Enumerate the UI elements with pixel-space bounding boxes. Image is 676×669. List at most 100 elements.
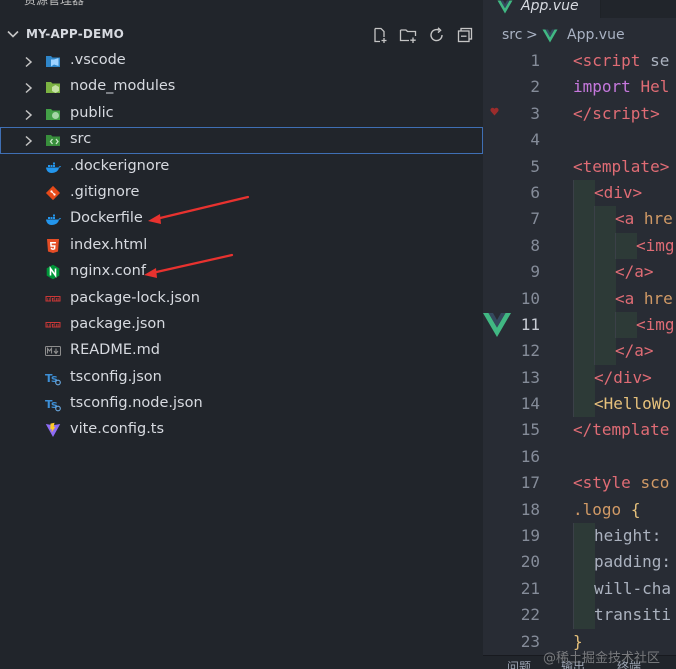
code-line[interactable]: 13 </div>	[483, 364, 676, 392]
code-text: <HelloWo	[594, 394, 671, 413]
code-line[interactable]: 2 import Hel	[483, 74, 676, 100]
code-text: <img	[636, 315, 675, 334]
tab-label: App.vue	[521, 0, 579, 14]
code-line[interactable]: 6 <div>	[483, 179, 676, 207]
line-number: 15	[520, 420, 540, 440]
code-line[interactable]: 10 <a hre	[483, 285, 676, 312]
line-number: 7	[530, 209, 540, 229]
code-line[interactable]: 5 <template>	[483, 154, 676, 180]
code-text: <script se	[573, 51, 669, 70]
code-text: <img	[636, 236, 675, 255]
line-number: 4	[530, 130, 540, 150]
line-number: 22	[520, 605, 540, 625]
watermark: @稀土掘金技术社区	[543, 651, 661, 666]
code-token: height:	[594, 526, 662, 546]
code-line[interactable]: 18 .logo {	[483, 497, 676, 523]
code-token: </	[573, 103, 593, 123]
indent-guide	[573, 391, 595, 418]
line-number: 13	[520, 367, 540, 387]
line-number: 10	[520, 288, 540, 308]
line-number: 19	[520, 526, 540, 546]
indent-guide	[573, 523, 595, 550]
line-number: 21	[520, 578, 540, 598]
code-line[interactable]: 12 </a>	[483, 338, 676, 365]
code-area[interactable]: 1 <script se 2 import Hel 3 </script> 4 5 <templ…	[483, 48, 676, 655]
code-text: transiti	[594, 605, 671, 624]
line-number: 17	[520, 473, 540, 493]
indent-guide	[594, 232, 616, 260]
code-text: .logo {	[573, 500, 640, 519]
code-token: hre	[643, 209, 673, 229]
annotation-arrow-nginx	[144, 253, 234, 278]
line-number: 20	[520, 552, 540, 572]
code-line[interactable]: 14 <HelloWo	[483, 391, 676, 418]
code-line[interactable]: 4	[483, 127, 676, 153]
code-line[interactable]: 15 </template	[483, 417, 676, 443]
code-line[interactable]: 19 height:	[483, 523, 676, 550]
code-line[interactable]: 11 <img	[483, 311, 676, 339]
code-line[interactable]: 1 <script se	[483, 48, 676, 74]
code-text: import Hel	[573, 77, 669, 96]
line-number: 1	[530, 51, 540, 70]
code-token: <HelloWo	[594, 394, 672, 414]
panel-tab-problems[interactable]: 问题	[507, 658, 531, 669]
line-number: 2	[530, 77, 540, 97]
line-number: 16	[520, 446, 540, 466]
code-text: <style sco	[573, 473, 669, 492]
code-token: </a>	[615, 262, 654, 282]
line-number: 8	[530, 235, 540, 255]
indent-guide	[594, 311, 616, 339]
explorer-panel: 资源管理器 ··· MY-APP-DEMO	[0, 0, 483, 669]
code-line[interactable]: 21 will-cha	[483, 575, 676, 603]
line-number: 3	[530, 103, 540, 123]
code-token: import	[573, 77, 631, 97]
code-token: .logo	[573, 499, 622, 519]
code-text: padding:	[594, 552, 671, 571]
line-number: 9	[530, 262, 540, 282]
line-number: 23	[520, 631, 540, 651]
breadcrumb-file[interactable]: App.vue	[567, 27, 625, 43]
code-line[interactable]: 20 padding:	[483, 549, 676, 576]
code-text: <div>	[594, 183, 642, 202]
code-token: <img	[636, 235, 675, 255]
annotation-arrow-dockerfile	[148, 195, 250, 224]
code-token: <	[573, 51, 583, 70]
code-token: se	[640, 51, 670, 70]
code-token: <template>	[573, 156, 670, 176]
code-line[interactable]: 17 <style sco	[483, 470, 676, 496]
breadcrumb: src > App.vue	[483, 24, 676, 46]
code-line[interactable]: 22 transiti	[483, 602, 676, 629]
code-token: <style	[573, 473, 631, 493]
indent-guide	[594, 259, 616, 286]
code-text: </template	[573, 420, 669, 439]
code-token: {	[630, 499, 641, 519]
code-text: <a hre	[615, 209, 673, 228]
code-token: script	[582, 51, 641, 70]
breadcrumb-separator: >	[526, 27, 538, 43]
code-line[interactable]: 9 </a>	[483, 259, 676, 286]
code-line[interactable]: 16	[483, 444, 676, 470]
tab-app-vue[interactable]: App.vue	[483, 0, 601, 18]
line-number: 12	[520, 341, 540, 361]
code-token: padding:	[594, 552, 672, 572]
code-line[interactable]: 7 <a hre	[483, 206, 676, 233]
code-text: </a>	[615, 262, 654, 281]
indent-guide	[573, 179, 595, 207]
code-text: </div>	[594, 368, 652, 387]
code-line[interactable]: 3 </script>	[483, 101, 676, 127]
code-token: <div>	[594, 182, 643, 202]
line-number: 5	[530, 156, 540, 176]
indent-guide	[594, 338, 616, 365]
code-line[interactable]: 8 <img	[483, 232, 676, 260]
indent-guide	[573, 259, 595, 286]
code-token: script	[592, 103, 651, 123]
indent-guide	[573, 285, 595, 312]
breadcrumb-folder[interactable]: src	[502, 27, 522, 43]
code-token: </a>	[615, 341, 654, 361]
code-token: <img	[636, 314, 675, 334]
indent-guide	[573, 311, 595, 339]
